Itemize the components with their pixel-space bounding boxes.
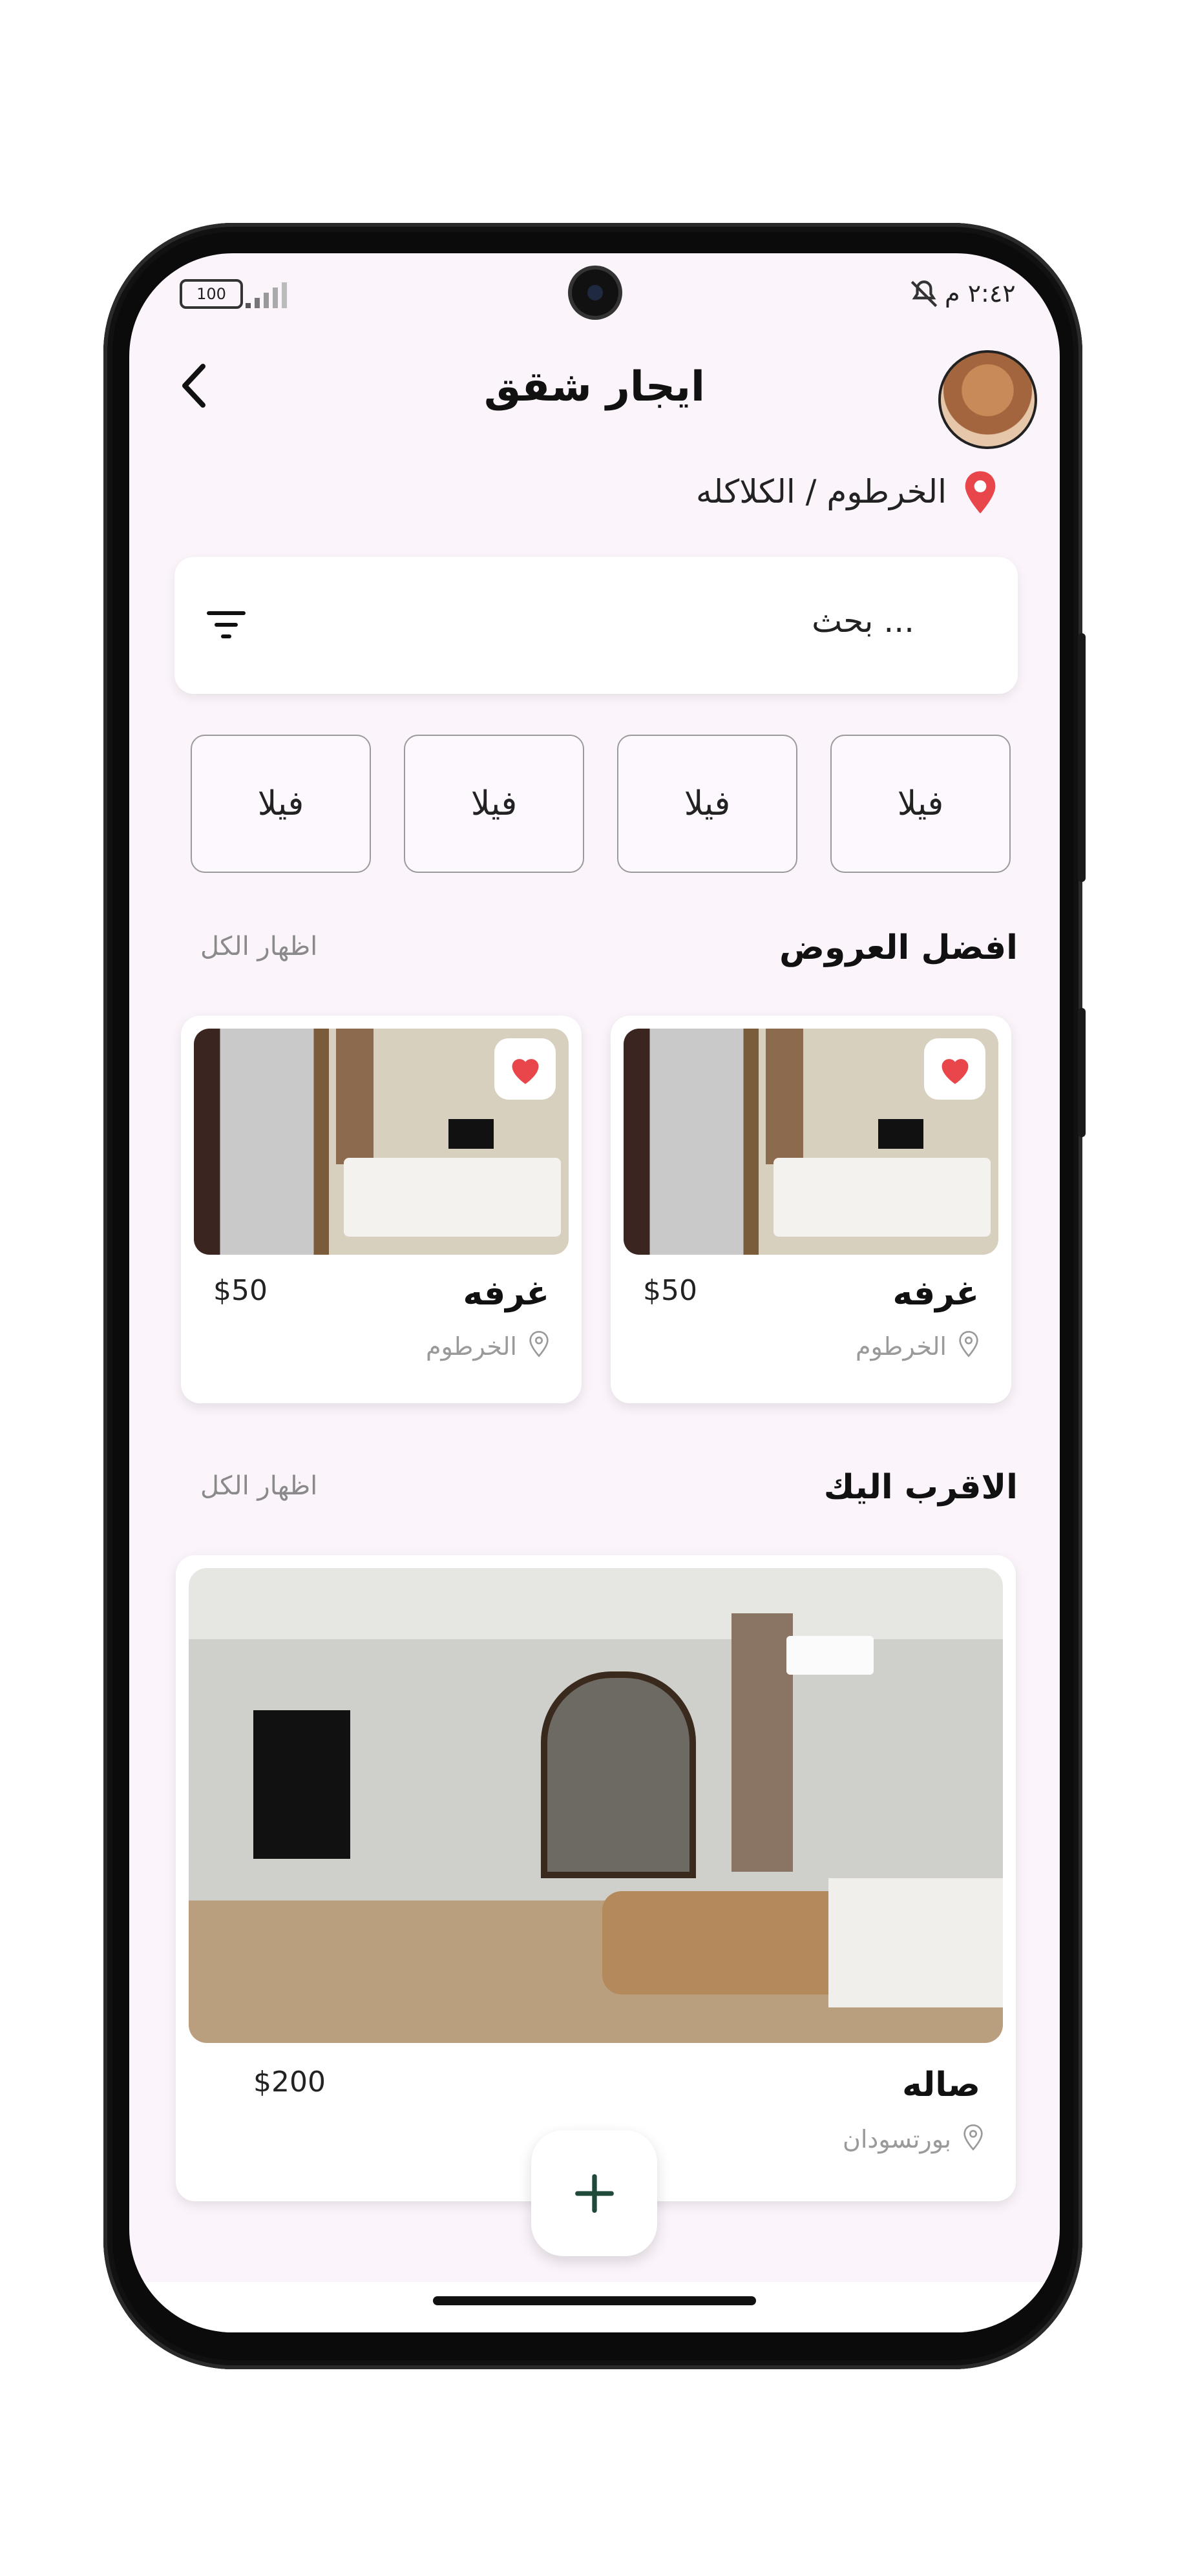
filter-icon[interactable] bbox=[207, 607, 246, 644]
power-button bbox=[1078, 1008, 1086, 1137]
app-screen: 100 ٢:٤٢ م ايجار شقق الخرطوم / الكلاكله … bbox=[129, 253, 1060, 2332]
nearest-card[interactable]: صاله $200 بورتسودان bbox=[176, 1555, 1016, 2201]
offer-card[interactable]: غرفه $50 الخرطوم bbox=[181, 1016, 582, 1403]
map-pin-icon bbox=[962, 470, 998, 518]
category-chip-1[interactable]: فيلا bbox=[830, 735, 1011, 873]
map-pin-outline-icon bbox=[963, 2124, 984, 2153]
nearest-location: بورتسودان bbox=[842, 2125, 951, 2153]
category-chip-4[interactable]: فيلا bbox=[191, 735, 371, 873]
nearest-show-all[interactable]: اظهار الكل bbox=[200, 1471, 317, 1501]
offer-name: غرفه bbox=[892, 1274, 979, 1313]
offer-location: الخرطوم bbox=[425, 1332, 517, 1361]
offer-card[interactable]: غرفه $50 الخرطوم bbox=[611, 1016, 1011, 1403]
nearest-title: الاقرب اليك bbox=[823, 1468, 1018, 1507]
add-button[interactable] bbox=[531, 2130, 657, 2256]
offer-location: الخرطوم bbox=[855, 1332, 947, 1361]
best-offers-show-all[interactable]: اظهار الكل bbox=[200, 932, 317, 961]
nearest-photo bbox=[189, 1568, 1003, 2043]
battery-icon: 100 bbox=[180, 279, 243, 309]
favorite-button[interactable] bbox=[494, 1038, 556, 1100]
page-title: ايجار شقق bbox=[484, 363, 705, 411]
avatar[interactable] bbox=[938, 350, 1037, 449]
nearest-name: صاله bbox=[902, 2066, 980, 2104]
favorite-button[interactable] bbox=[924, 1038, 985, 1100]
home-indicator[interactable] bbox=[433, 2296, 756, 2305]
category-chip-2[interactable]: فيلا bbox=[617, 735, 797, 873]
offer-price: $50 bbox=[643, 1274, 697, 1307]
front-camera bbox=[572, 269, 618, 316]
search-input[interactable]: بحث ... bbox=[812, 602, 914, 640]
status-time: ٢:٤٢ م bbox=[945, 279, 1016, 308]
nav-bar-area bbox=[129, 2282, 1060, 2332]
map-pin-outline-icon bbox=[958, 1330, 979, 1360]
offer-price: $50 bbox=[213, 1274, 268, 1307]
location-text: الخرطوم / الكلاكله bbox=[696, 473, 947, 510]
category-chip-3[interactable]: فيلا bbox=[404, 735, 584, 873]
best-offers-title: افضل العروض bbox=[779, 928, 1018, 967]
battery-level: 100 bbox=[196, 285, 226, 303]
heart-icon bbox=[942, 1058, 968, 1084]
plus-icon bbox=[574, 2173, 614, 2213]
volume-button bbox=[1078, 633, 1086, 882]
nearest-price: $200 bbox=[253, 2066, 326, 2099]
signal-icon bbox=[246, 282, 291, 311]
search-bar[interactable]: بحث ... bbox=[174, 557, 1018, 694]
offer-name: غرفه bbox=[463, 1274, 549, 1313]
bell-off-icon bbox=[908, 278, 940, 313]
map-pin-outline-icon bbox=[529, 1330, 549, 1360]
heart-icon bbox=[512, 1058, 538, 1084]
